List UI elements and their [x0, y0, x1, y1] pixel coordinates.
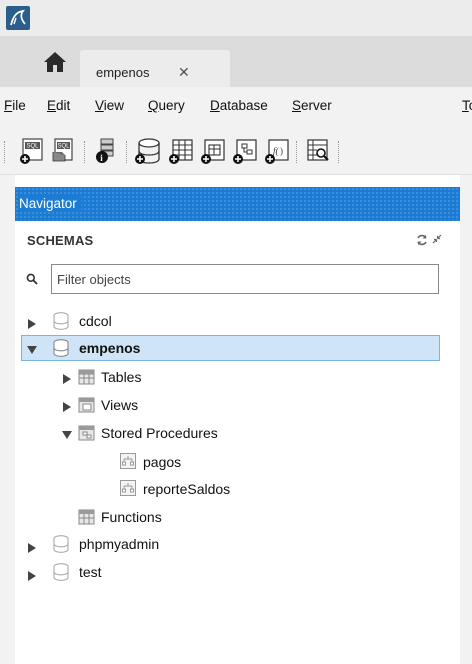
- left-gutter: [0, 175, 15, 664]
- expand-arrow-icon[interactable]: [27, 317, 37, 329]
- menu-server[interactable]: Server: [292, 98, 332, 113]
- svg-text:SQL: SQL: [27, 144, 40, 150]
- new-sql-tab-icon[interactable]: SQL: [18, 137, 46, 165]
- views-folder-icon: [78, 397, 95, 413]
- collapse-all-icon[interactable]: [431, 233, 443, 245]
- procedure-icon: [120, 480, 136, 496]
- refresh-icon[interactable]: [415, 233, 429, 247]
- title-bar: [0, 0, 472, 36]
- expand-arrow-icon[interactable]: [27, 541, 37, 553]
- schemas-section-label: SCHEMAS: [27, 233, 94, 248]
- mysql-workbench-logo-icon: [6, 6, 30, 30]
- home-icon[interactable]: [43, 51, 67, 73]
- open-sql-script-icon[interactable]: SQL: [50, 137, 78, 165]
- create-procedure-icon[interactable]: [231, 137, 259, 165]
- menu-file[interactable]: File: [4, 98, 26, 113]
- toolbar-separator: [338, 141, 340, 163]
- svg-text:): ): [280, 146, 283, 156]
- toolbar-separator: [84, 141, 86, 163]
- collapse-arrow-icon[interactable]: [62, 428, 72, 439]
- expand-arrow-icon[interactable]: [62, 372, 72, 384]
- database-icon: [53, 339, 69, 357]
- tree-item-phpmyadmin[interactable]: phpmyadmin: [79, 536, 159, 552]
- tree-item-views[interactable]: Views: [101, 397, 138, 413]
- stored-procedures-folder-icon: [78, 425, 95, 441]
- toolbar-separator: [126, 141, 128, 163]
- filter-objects-input[interactable]: [51, 264, 439, 294]
- create-view-icon[interactable]: [199, 137, 227, 165]
- toolbar-separator: [4, 141, 6, 163]
- tree-item-cdcol[interactable]: cdcol: [79, 313, 112, 329]
- create-table-icon[interactable]: [167, 137, 195, 165]
- database-icon: [53, 535, 69, 553]
- tree-item-procedure-pagos[interactable]: pagos: [143, 454, 181, 470]
- database-icon: [53, 563, 69, 581]
- toolbar-separator: [296, 141, 298, 163]
- expand-arrow-icon[interactable]: [27, 569, 37, 581]
- right-edge: [460, 175, 472, 664]
- tree-item-empenos[interactable]: empenos: [79, 340, 140, 356]
- database-icon: [53, 312, 69, 330]
- inspector-icon[interactable]: i: [92, 137, 120, 165]
- tab-bar: [0, 36, 472, 87]
- tree-item-stored-procedures[interactable]: Stored Procedures: [101, 425, 218, 441]
- procedure-icon: [120, 453, 136, 469]
- collapse-arrow-icon[interactable]: [27, 343, 37, 354]
- navigator-header: Navigator: [15, 187, 460, 221]
- menu-query[interactable]: Query: [148, 98, 185, 113]
- navigator-title: Navigator: [19, 196, 81, 211]
- functions-folder-icon: [78, 509, 95, 525]
- menu-database[interactable]: Database: [210, 98, 268, 113]
- close-icon[interactable]: ✕: [178, 64, 190, 81]
- menu-tools[interactable]: To: [462, 98, 472, 113]
- svg-text:SQL: SQL: [58, 144, 71, 150]
- create-schema-icon[interactable]: [134, 137, 162, 165]
- create-function-icon[interactable]: f(): [263, 137, 291, 165]
- tables-folder-icon: [78, 369, 95, 385]
- search-table-data-icon[interactable]: [304, 137, 332, 165]
- tree-item-procedure-reportesaldos[interactable]: reporteSaldos: [143, 481, 230, 497]
- search-icon: [26, 273, 38, 285]
- tree-item-tables[interactable]: Tables: [101, 369, 141, 385]
- menu-edit[interactable]: Edit: [47, 98, 70, 113]
- tab-label: empenos: [96, 65, 150, 80]
- tab-empenos[interactable]: empenos ✕: [80, 50, 230, 87]
- tree-item-functions[interactable]: Functions: [101, 509, 162, 525]
- expand-arrow-icon[interactable]: [62, 400, 72, 412]
- tree-item-test[interactable]: test: [79, 564, 102, 580]
- menu-view[interactable]: View: [95, 98, 124, 113]
